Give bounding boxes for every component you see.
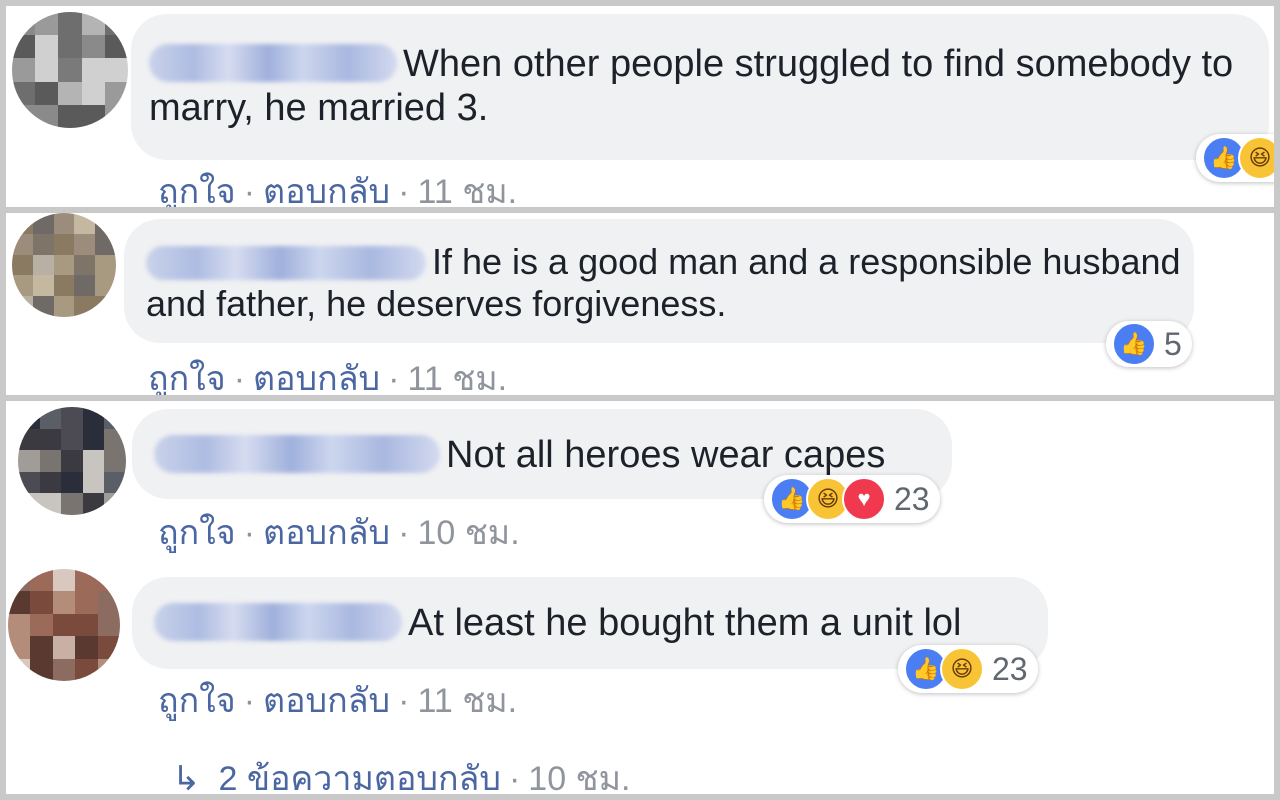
separator: · xyxy=(388,360,400,395)
comment-panel-2: If he is a good man and a responsible hu… xyxy=(6,213,1274,395)
comment-bubble: When other people struggled to find some… xyxy=(131,14,1269,160)
commenter-name[interactable] xyxy=(149,44,397,82)
avatar[interactable] xyxy=(12,213,116,317)
view-replies-link[interactable]: ↳ 2 ข้อความตอบกลับ · 10 ชม. xyxy=(172,751,630,794)
reaction-summary[interactable]: 👍 😆 xyxy=(1196,134,1274,182)
reaction-count: 5 xyxy=(1164,325,1182,362)
reaction-summary[interactable]: 👍 😆 ♥ 23 xyxy=(764,475,940,523)
reply-arrow-icon: ↳ xyxy=(172,760,201,794)
comment-actions: ถูกใจ · ตอบกลับ · 10 ชม. xyxy=(158,505,520,559)
like-link[interactable]: ถูกใจ xyxy=(158,173,236,207)
separator: · xyxy=(398,682,410,720)
timestamp[interactable]: 11 ชม. xyxy=(407,360,507,395)
comment-bubble: If he is a good man and a responsible hu… xyxy=(124,219,1194,343)
separator: · xyxy=(243,173,256,207)
like-link[interactable]: ถูกใจ xyxy=(158,514,236,552)
reply-link[interactable]: ตอบกลับ xyxy=(263,173,390,207)
reaction-count: 23 xyxy=(894,480,930,517)
timestamp[interactable]: 11 ชม. xyxy=(417,173,517,207)
reply-link[interactable]: ตอบกลับ xyxy=(253,360,380,395)
comment-text: Not all heroes wear capes xyxy=(446,434,886,476)
reaction-summary[interactable]: 👍 😆 23 xyxy=(898,645,1038,693)
separator: · xyxy=(508,760,521,794)
reaction-count: 23 xyxy=(992,650,1028,687)
replies-count-label[interactable]: 2 ข้อความตอบกลับ xyxy=(219,760,501,794)
comment-text: At least he bought them a unit lol xyxy=(408,602,962,644)
love-icon: ♥ xyxy=(842,477,886,521)
separator: · xyxy=(243,682,256,720)
commenter-name[interactable] xyxy=(154,603,402,641)
like-link[interactable]: ถูกใจ xyxy=(158,682,236,720)
replies-timestamp: 10 ชม. xyxy=(528,760,631,794)
comment-actions: ถูกใจ · ตอบกลับ · 11 ชม. xyxy=(158,164,517,207)
reply-link[interactable]: ตอบกลับ xyxy=(263,514,390,552)
haha-icon: 😆 xyxy=(1238,136,1274,180)
like-icon: 👍 xyxy=(1112,322,1156,366)
timestamp[interactable]: 10 ชม. xyxy=(417,514,519,552)
timestamp[interactable]: 11 ชม. xyxy=(417,682,517,720)
separator: · xyxy=(398,173,410,207)
comment-actions: ถูกใจ · ตอบกลับ · 11 ชม. xyxy=(148,351,507,395)
avatar[interactable] xyxy=(18,407,126,515)
comment-actions: ถูกใจ · ตอบกลับ · 11 ชม. xyxy=(158,673,517,727)
reaction-summary[interactable]: 👍 5 xyxy=(1106,321,1192,367)
comment-panel-1: When other people struggled to find some… xyxy=(6,6,1274,207)
reply-link[interactable]: ตอบกลับ xyxy=(263,682,390,720)
commenter-name[interactable] xyxy=(154,435,440,473)
haha-icon: 😆 xyxy=(940,647,984,691)
separator: · xyxy=(233,360,246,395)
commenter-name[interactable] xyxy=(146,246,426,280)
avatar[interactable] xyxy=(8,569,120,681)
avatar[interactable] xyxy=(12,12,128,128)
comment-panel-3: Not all heroes wear capes 👍 😆 ♥ 23 ถูกใจ… xyxy=(6,401,1274,794)
separator: · xyxy=(398,514,410,552)
separator: · xyxy=(243,514,256,552)
like-link[interactable]: ถูกใจ xyxy=(148,360,226,395)
